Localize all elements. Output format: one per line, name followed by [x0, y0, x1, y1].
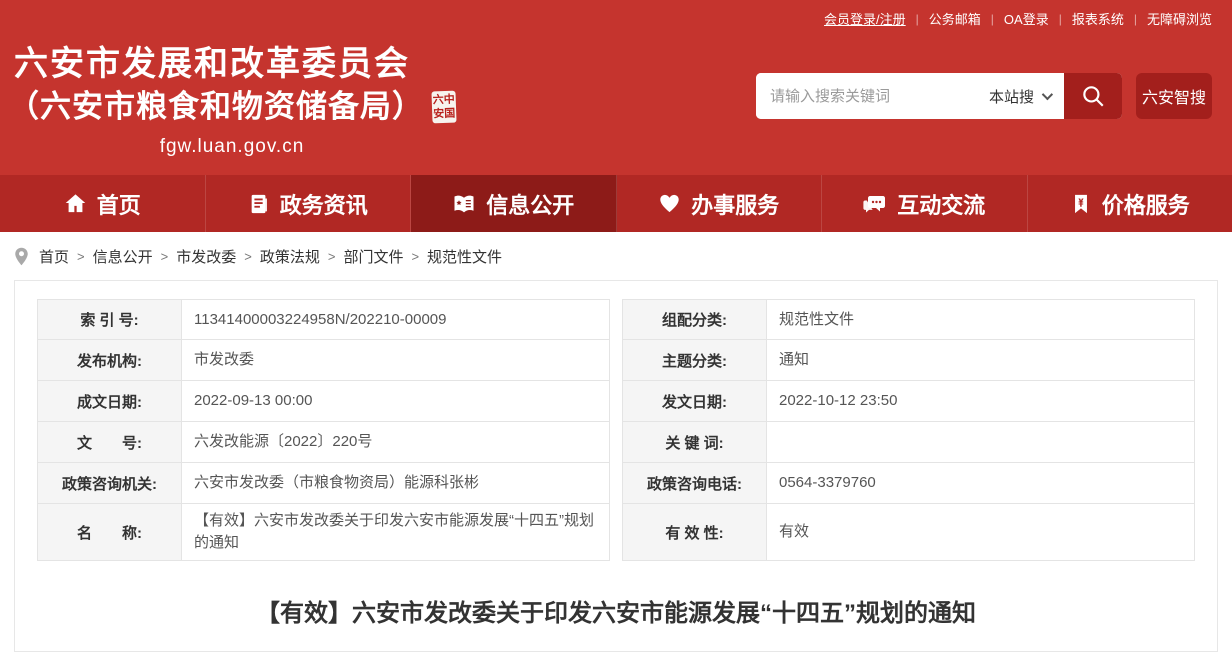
home-icon — [64, 192, 87, 215]
table-gap — [610, 422, 622, 463]
nav-item-info-disclosure[interactable]: 信息公开 — [411, 175, 617, 232]
meta-value-validity: 有效 — [767, 504, 1195, 561]
meta-value-publisher: 市发改委 — [182, 340, 610, 381]
nav-item-price-service[interactable]: 价格服务 — [1028, 175, 1232, 232]
meta-value-doc-number: 六发改能源〔2022〕220号 — [182, 422, 610, 463]
table-gap — [610, 381, 622, 422]
meta-value-issue-date: 2022-10-12 23:50 — [767, 381, 1195, 422]
meta-label-doc-name: 名 称: — [37, 504, 182, 561]
meta-label-consult-org: 政策咨询机关: — [37, 463, 182, 504]
nav-item-home[interactable]: 首页 — [0, 175, 206, 232]
nav-label: 办事服务 — [691, 188, 779, 220]
link-separator: | — [991, 12, 994, 26]
seal-char: 国 — [444, 107, 455, 121]
nav-label: 互动交流 — [897, 188, 985, 220]
breadcrumb-item-home[interactable]: 首页 — [39, 246, 69, 267]
breadcrumb-item-fgw[interactable]: 市发改委 — [176, 246, 236, 267]
meta-value-keywords — [767, 422, 1195, 463]
meta-label-issue-date: 发文日期: — [622, 381, 767, 422]
utility-links: 会员登录/注册 | 公务邮箱 | OA登录 | 报表系统 | 无障碍浏览 — [824, 9, 1212, 28]
meta-label-consult-phone: 政策咨询电话: — [622, 463, 767, 504]
search-bar: 本站搜 — [756, 73, 1122, 119]
main-nav: 首页 政务资讯 信息公开 办事服务 — [0, 175, 1232, 232]
table-gap — [610, 299, 622, 340]
heart-icon — [658, 192, 681, 215]
seal-char: 安 — [433, 107, 444, 121]
link-separator: | — [916, 12, 919, 26]
breadcrumb-item-dept-doc[interactable]: 部门文件 — [343, 246, 403, 267]
search-button[interactable] — [1064, 73, 1122, 119]
nav-label: 信息公开 — [486, 188, 574, 220]
document-title: 【有效】六安市发改委关于印发六安市能源发展“十四五”规划的通知 — [37, 593, 1195, 628]
meta-label-validity: 有 效 性: — [622, 504, 767, 561]
meta-value-topic-category: 通知 — [767, 340, 1195, 381]
breadcrumb: 首页 > 信息公开 > 市发改委 > 政策法规 > 部门文件 > 规范性文件 — [0, 232, 1232, 280]
breadcrumb-item-policy[interactable]: 政策法规 — [260, 246, 320, 267]
nav-item-services[interactable]: 办事服务 — [617, 175, 823, 232]
meta-label-group-category: 组配分类: — [622, 299, 767, 340]
report-system-link[interactable]: 报表系统 — [1072, 9, 1124, 28]
link-separator: | — [1134, 12, 1137, 26]
meta-label-index-no: 索 引 号: — [37, 299, 182, 340]
search-scope-label: 本站搜 — [989, 86, 1034, 107]
site-url: fgw.luan.gov.cn — [14, 136, 450, 158]
meta-value-doc-name: 【有效】六安市发改委关于印发六安市能源发展“十四五”规划的通知 — [182, 504, 610, 561]
location-pin-icon — [14, 247, 29, 266]
table-gap — [610, 340, 622, 381]
table-gap — [610, 463, 622, 504]
search-zone: 本站搜 六安智搜 — [756, 73, 1212, 119]
nav-label: 首页 — [97, 188, 141, 220]
meta-label-doc-number: 文 号: — [37, 422, 182, 463]
oa-login-link[interactable]: OA登录 — [1004, 9, 1049, 28]
breadcrumb-separator: > — [244, 249, 252, 264]
gov-mail-link[interactable]: 公务邮箱 — [929, 9, 981, 28]
accessibility-link[interactable]: 无障碍浏览 — [1147, 9, 1212, 28]
price-bookmark-icon — [1070, 193, 1092, 215]
search-icon — [1080, 83, 1106, 109]
seal-char: 中 — [444, 93, 455, 107]
news-doc-icon — [248, 193, 270, 215]
meta-value-consult-phone: 0564-3379760 — [767, 463, 1195, 504]
breadcrumb-separator: > — [77, 249, 85, 264]
meta-value-written-date: 2022-09-13 00:00 — [182, 381, 610, 422]
meta-value-index-no: 11341400003224958N/202210-00009 — [182, 299, 610, 340]
chevron-down-icon — [1042, 89, 1053, 100]
breadcrumb-separator: > — [328, 249, 336, 264]
meta-label-publisher: 发布机构: — [37, 340, 182, 381]
table-gap — [610, 504, 622, 561]
site-logo[interactable]: 六安市发展和改革委员会 （六安市粮食和物资储备局） 六 中 安 国 fgw.lu… — [14, 44, 450, 158]
nav-label: 价格服务 — [1102, 188, 1190, 220]
nav-item-interaction[interactable]: 互动交流 — [822, 175, 1028, 232]
link-separator: | — [1059, 12, 1062, 26]
search-scope-dropdown[interactable]: 本站搜 — [983, 73, 1064, 119]
chat-bubbles-icon — [863, 192, 887, 216]
meta-value-consult-org: 六安市发改委（市粮食物资局）能源科张彬 — [182, 463, 610, 504]
breadcrumb-separator: > — [411, 249, 419, 264]
document-card: 索 引 号: 11341400003224958N/202210-00009 组… — [14, 280, 1218, 652]
search-input[interactable] — [756, 73, 983, 119]
site-title-line2: （六安市粮食和物资储备局） — [8, 88, 424, 126]
smart-search-button[interactable]: 六安智搜 — [1136, 73, 1212, 119]
breadcrumb-item-normative[interactable]: 规范性文件 — [427, 246, 502, 267]
meta-label-keywords: 关 键 词: — [622, 422, 767, 463]
seal-icon: 六 中 安 国 — [431, 91, 456, 124]
breadcrumb-separator: > — [161, 249, 169, 264]
meta-value-group-category: 规范性文件 — [767, 299, 1195, 340]
breadcrumb-item-info[interactable]: 信息公开 — [93, 246, 153, 267]
meta-label-written-date: 成文日期: — [37, 381, 182, 422]
seal-char: 六 — [433, 93, 444, 107]
member-login-link[interactable]: 会员登录/注册 — [824, 9, 906, 28]
nav-item-news[interactable]: 政务资讯 — [206, 175, 412, 232]
site-header: 会员登录/注册 | 公务邮箱 | OA登录 | 报表系统 | 无障碍浏览 六安市… — [0, 0, 1232, 175]
meta-label-topic-category: 主题分类: — [622, 340, 767, 381]
nav-label: 政务资讯 — [280, 188, 368, 220]
site-title-line1: 六安市发展和改革委员会 — [14, 44, 450, 84]
document-meta-table: 索 引 号: 11341400003224958N/202210-00009 组… — [37, 299, 1195, 561]
open-book-icon — [452, 192, 476, 216]
